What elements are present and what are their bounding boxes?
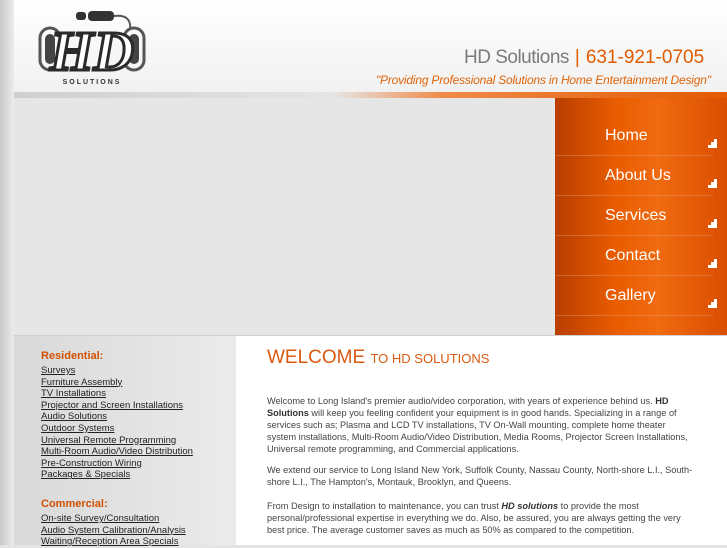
nav-gallery[interactable]: Gallery [555,275,717,316]
page-title: WELCOME TO HD SOLUTIONS [267,347,489,369]
header-title: HD Solutions | 631-921-0705 [464,47,704,69]
trust-text-a: From Design to installation to maintenan… [267,501,499,511]
logo-letters: HD [49,21,134,83]
list-item: Multi-Room Audio/Video Distribution [41,446,193,458]
link-surveys[interactable]: Surveys [41,365,75,376]
list-item: TV Installations [41,388,193,400]
link-audio-solutions[interactable]: Audio Solutions [41,411,107,422]
company-name: HD Solutions [464,47,569,68]
left-edge-shadow [0,0,14,545]
header: HD SOLUTIONS HD Solutions | 631-921-0705 "… [14,0,727,92]
nav-services[interactable]: Services [555,195,717,236]
nav-dots-icon [708,179,717,188]
logo-sub: SOLUTIONS [63,79,122,86]
title-separator: | [574,47,580,68]
main-content: WELCOME TO HD SOLUTIONS Welcome to Long … [236,336,727,545]
link-outdoor-systems[interactable]: Outdoor Systems [41,423,114,434]
link-packages-specials[interactable]: Packages & Specials [41,469,130,480]
nav-about-us[interactable]: About Us [555,155,717,196]
list-item: On-site Survey/Consultation [41,513,186,525]
banner-area [14,98,555,335]
link-multi-room[interactable]: Multi-Room Audio/Video Distribution [41,446,193,457]
link-waiting-reception[interactable]: Waiting/Reception Area Specials [41,536,178,547]
intro-text-a: Welcome to Long Island's premier audio/v… [267,396,653,406]
list-item: Waiting/Reception Area Specials [41,536,186,548]
intro-paragraph: Welcome to Long Island's premier audio/v… [267,395,697,455]
phone-number: 631-921-0705 [585,47,705,68]
link-universal-remote[interactable]: Universal Remote Programming [41,435,176,446]
nav-dots-icon [708,299,717,308]
nav-dots-icon [708,139,717,148]
service-area-paragraph: We extend our service to Long Island New… [267,465,693,487]
commercial-list: On-site Survey/Consultation Audio System… [41,513,186,548]
hd-logo-icon[interactable]: HD SOLUTIONS [36,8,148,88]
nav-label: Home [605,127,648,144]
list-item: Projector and Screen Installations [41,400,193,412]
main-nav: Home About Us Services Contact Gallery [555,98,727,335]
list-item: Surveys [41,365,193,377]
list-item: Universal Remote Programming [41,435,193,447]
commercial-heading: Commercial: [41,498,108,510]
link-audio-calibration[interactable]: Audio System Calibration/Analysis [41,525,186,536]
welcome-big: WELCOME [267,347,366,368]
residential-heading: Residential: [41,350,104,362]
link-tv-installations[interactable]: TV Installations [41,388,106,399]
trust-paragraph: From Design to installation to maintenan… [267,500,697,536]
nav-contact[interactable]: Contact [555,235,717,276]
residential-list: Surveys Furniture Assembly TV Installati… [41,365,193,481]
tagline: "Providing Professional Solutions in Hom… [376,73,711,87]
nav-dots-icon [708,259,717,268]
list-item: Packages & Specials [41,469,193,481]
nav-label: Services [605,207,667,224]
page: HD SOLUTIONS HD Solutions | 631-921-0705 "… [0,0,727,548]
list-item: Outdoor Systems [41,423,193,435]
list-item: Audio System Calibration/Analysis [41,525,186,537]
nav-label: Gallery [605,287,656,304]
link-onsite-survey[interactable]: On-site Survey/Consultation [41,513,159,524]
trust-brand: HD solutions [501,501,559,511]
intro-text-b: will keep you feeling confident your equ… [267,408,688,454]
link-furniture-assembly[interactable]: Furniture Assembly [41,377,122,388]
link-pre-construction[interactable]: Pre-Construction Wiring [41,458,142,469]
list-item: Furniture Assembly [41,377,193,389]
list-item: Pre-Construction Wiring [41,458,193,470]
list-item: Audio Solutions [41,411,193,423]
welcome-small: TO HD SOLUTIONS [370,351,490,366]
nav-label: Contact [605,247,661,264]
nav-label: About Us [605,167,671,184]
nav-home[interactable]: Home [555,115,717,156]
link-projector-screen[interactable]: Projector and Screen Installations [41,400,183,411]
nav-dots-icon [708,219,717,228]
